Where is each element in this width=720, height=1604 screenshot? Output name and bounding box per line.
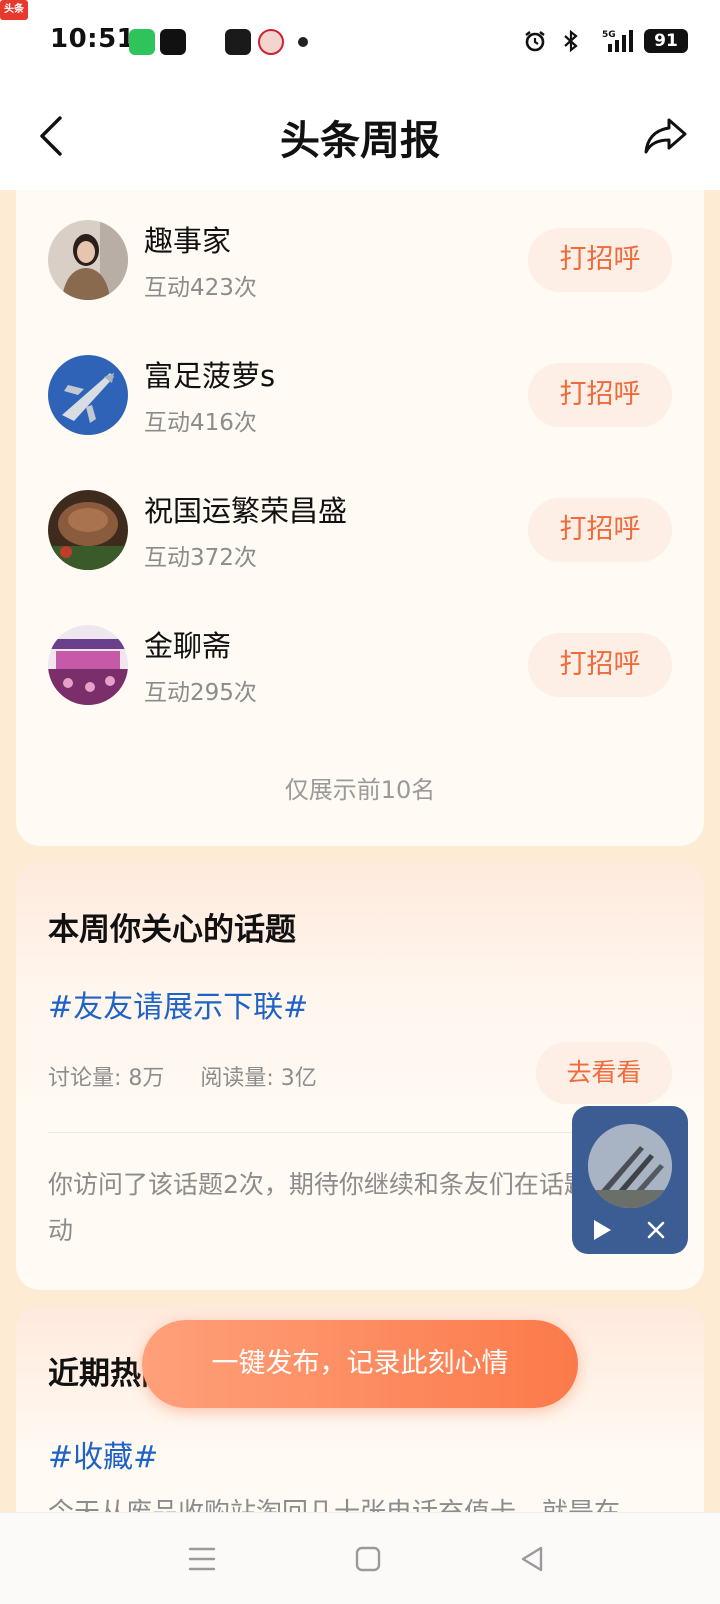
network-label: 5G: [602, 30, 616, 40]
ranking-footer-note: 仅展示前10名: [284, 776, 436, 804]
contact-name: 富足菠萝s: [144, 359, 276, 393]
visit-summary-text: 你访问了该话题2次，期待你继续和条友们在话题中互动: [48, 1170, 639, 1245]
more-notifications-dot: [298, 37, 308, 47]
avatar[interactable]: [48, 625, 128, 705]
triangle-back-icon: [521, 1546, 543, 1572]
read-count: 阅读量: 3亿: [200, 1066, 317, 1091]
contact-row[interactable]: 趣事家 互动423次 打招呼: [16, 204, 704, 314]
wechat-icon: [129, 29, 155, 55]
menu-icon: [188, 1547, 216, 1571]
tiktok-icon: [160, 29, 186, 55]
avatar[interactable]: [48, 355, 128, 435]
contact-interactions: 互动372次: [144, 545, 257, 571]
header: 头条周报: [0, 80, 720, 190]
contact-name: 金聊斋: [144, 629, 232, 663]
section-title: 本周你关心的话题: [48, 912, 296, 948]
status-right: 5G 91: [522, 26, 688, 56]
contact-row[interactable]: 富足菠萝s 互动416次 打招呼: [16, 339, 704, 449]
discussion-count: 讨论量: 8万: [48, 1066, 165, 1091]
recent-apps-button[interactable]: [172, 1531, 232, 1587]
square-icon: [355, 1546, 381, 1572]
floating-video-player[interactable]: [572, 1106, 688, 1254]
hot-topic-hashtag-link[interactable]: #收藏#: [48, 1432, 158, 1476]
greet-button[interactable]: 打招呼: [528, 633, 672, 697]
play-icon: [594, 1220, 611, 1240]
bluetooth-icon: [558, 28, 584, 54]
close-button[interactable]: [636, 1210, 676, 1250]
page-title: 头条周报: [280, 118, 440, 164]
interaction-ranking-card: 趣事家 互动423次 打招呼 富足菠萝s 互动416次 打招呼 祝国运繁荣昌盛 …: [16, 190, 704, 846]
contact-name: 趣事家: [144, 224, 232, 258]
greet-button[interactable]: 打招呼: [528, 498, 672, 562]
topic-stats: 讨论量: 8万 阅读量: 3亿: [48, 1060, 353, 1092]
contact-row[interactable]: 金聊斋 互动295次 打招呼: [16, 609, 704, 719]
contact-name: 祝国运繁荣昌盛: [144, 494, 348, 528]
greet-button[interactable]: 打招呼: [528, 228, 672, 292]
contact-interactions: 互动423次: [144, 275, 257, 301]
system-back-button[interactable]: [502, 1531, 562, 1587]
system-navigation-bar: [0, 1512, 720, 1604]
toutiao-icon: 头条: [0, 0, 28, 20]
battery-indicator: 91: [644, 29, 688, 53]
contact-row[interactable]: 祝国运繁荣昌盛 互动372次 打招呼: [16, 474, 704, 584]
avatar[interactable]: [48, 220, 128, 300]
alarm-icon: [522, 28, 548, 54]
play-button[interactable]: [582, 1210, 622, 1250]
contact-interactions: 互动295次: [144, 680, 257, 706]
notification-avatar-icon: [258, 29, 284, 55]
home-button[interactable]: [338, 1531, 398, 1587]
share-icon: [644, 118, 687, 154]
contact-interactions: 互动416次: [144, 410, 257, 436]
tiktok-lite-icon: [225, 29, 251, 55]
greet-button[interactable]: 打招呼: [528, 363, 672, 427]
status-time: 10:51: [50, 24, 136, 54]
signal-5g-icon: 5G: [594, 28, 634, 54]
close-icon: [647, 1221, 665, 1239]
topic-hashtag-link[interactable]: #友友请展示下联#: [48, 982, 308, 1026]
go-see-button[interactable]: 去看看: [536, 1042, 672, 1104]
quick-publish-button[interactable]: 一键发布，记录此刻心情: [142, 1320, 578, 1408]
avatar[interactable]: [48, 490, 128, 570]
share-button[interactable]: [638, 110, 694, 162]
video-thumbnail[interactable]: [588, 1124, 672, 1208]
status-bar: 10:51 头条 5G 91: [0, 0, 720, 80]
